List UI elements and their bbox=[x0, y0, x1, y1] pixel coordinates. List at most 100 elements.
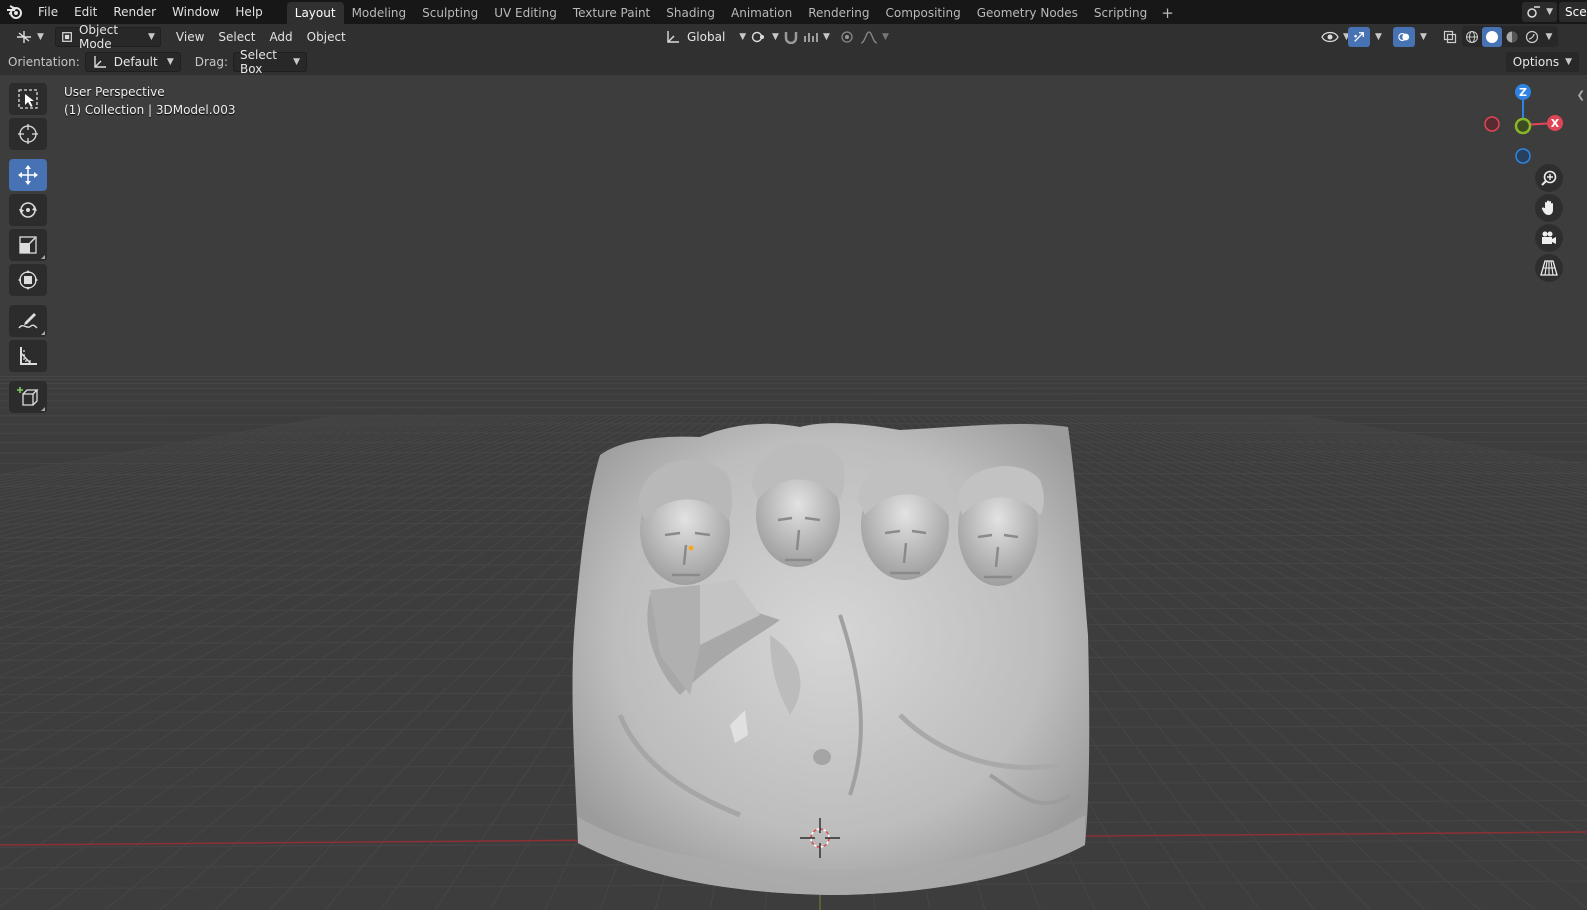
scale-tool[interactable] bbox=[9, 229, 47, 261]
pan-button[interactable] bbox=[1535, 194, 1563, 222]
scene-name-field[interactable]: Scen bbox=[1559, 2, 1587, 22]
snap-target-dropdown[interactable]: ▼ bbox=[798, 27, 835, 47]
orientation-dropdown[interactable]: Default ▼ bbox=[84, 52, 181, 72]
cursor-tool[interactable] bbox=[9, 118, 47, 150]
navigation-gizmo: Z X ❮ bbox=[1467, 75, 1587, 295]
tab-geometry-nodes[interactable]: Geometry Nodes bbox=[969, 2, 1086, 24]
overlays-dropdown[interactable]: ▼ bbox=[1415, 27, 1432, 47]
menu-help[interactable]: Help bbox=[227, 0, 270, 24]
scene-browse-button[interactable]: ▼ bbox=[1522, 2, 1557, 22]
chevron-down-icon: ▼ bbox=[823, 31, 830, 42]
gizmo-x-label: X bbox=[1551, 117, 1560, 130]
chevron-down-icon: ▼ bbox=[1420, 31, 1427, 42]
rotate-tool[interactable] bbox=[9, 194, 47, 226]
perspective-label: User Perspective bbox=[64, 85, 165, 99]
menu-add[interactable]: Add bbox=[262, 30, 299, 44]
gizmo-toggle[interactable] bbox=[1348, 26, 1370, 47]
editor-type-icon bbox=[17, 30, 31, 43]
proportional-falloff-dropdown[interactable]: ▼ bbox=[855, 27, 894, 47]
overlays-icon bbox=[1398, 32, 1410, 41]
gizmo-neg-z-axis bbox=[1515, 148, 1531, 164]
shading-dropdown[interactable]: ▼ bbox=[1542, 27, 1556, 47]
viewport-info: User Perspective (1) Collection | 3DMode… bbox=[64, 83, 235, 119]
tab-scripting[interactable]: Scripting bbox=[1086, 2, 1155, 24]
chevron-down-icon: ▼ bbox=[882, 31, 889, 42]
wireframe-sphere-icon bbox=[1466, 30, 1478, 43]
menu-file[interactable]: File bbox=[30, 0, 66, 24]
overlays-toggle[interactable] bbox=[1393, 26, 1415, 47]
drag-label: Drag: bbox=[194, 55, 228, 69]
tool-settings-bar: Orientation: Default ▼ Drag: Select Box … bbox=[0, 48, 1587, 76]
menu-object[interactable]: Object bbox=[300, 30, 353, 44]
head-1 bbox=[638, 459, 733, 585]
menu-select[interactable]: Select bbox=[211, 30, 262, 44]
eye-icon bbox=[1321, 31, 1339, 42]
sidebar-toggle-icon[interactable]: ❮ bbox=[1577, 90, 1585, 101]
gizmo-dropdown[interactable]: ▼ bbox=[1370, 27, 1387, 47]
tab-shading[interactable]: Shading bbox=[658, 2, 723, 24]
collection-info: (1) Collection | 3DModel.003 bbox=[64, 103, 236, 117]
top-bar: File Edit Render Window Help Layout Mode… bbox=[0, 0, 1587, 24]
wireframe-shading-button[interactable] bbox=[1462, 27, 1482, 47]
xray-toggle[interactable] bbox=[1438, 27, 1462, 47]
measure-tool[interactable] bbox=[9, 340, 47, 372]
tab-layout[interactable]: Layout bbox=[286, 2, 344, 24]
orientation-axes-icon bbox=[94, 56, 106, 68]
tab-animation[interactable]: Animation bbox=[723, 2, 800, 24]
hand-pan-icon bbox=[1541, 200, 1553, 215]
menu-edit[interactable]: Edit bbox=[66, 0, 105, 24]
annotate-icon bbox=[18, 313, 38, 329]
drag-dropdown[interactable]: Select Box ▼ bbox=[232, 48, 307, 76]
chevron-down-icon: ▼ bbox=[37, 31, 44, 42]
annotate-tool[interactable] bbox=[9, 305, 47, 337]
add-cube-icon bbox=[17, 387, 39, 406]
scene-selector: ▼ Scen bbox=[1522, 0, 1587, 24]
tab-modeling[interactable]: Modeling bbox=[344, 2, 415, 24]
axis-gizmo[interactable]: Z X bbox=[1467, 75, 1587, 185]
transform-orientation-dropdown[interactable]: Global ▼ bbox=[660, 27, 751, 47]
zoom-button[interactable] bbox=[1535, 164, 1563, 192]
tab-uv-editing[interactable]: UV Editing bbox=[486, 2, 565, 24]
move-tool[interactable] bbox=[9, 159, 47, 191]
menu-window[interactable]: Window bbox=[164, 0, 227, 24]
xray-icon bbox=[1443, 30, 1457, 43]
add-cube-tool[interactable] bbox=[9, 381, 47, 413]
magnet-icon bbox=[784, 31, 798, 44]
3d-viewport[interactable]: User Perspective (1) Collection | 3DMode… bbox=[0, 75, 1587, 910]
viewport-header: ▼ Object Mode ▼ View Select Add Object G… bbox=[0, 23, 1587, 51]
tab-sculpting[interactable]: Sculpting bbox=[414, 2, 486, 24]
tab-rendering[interactable]: Rendering bbox=[800, 2, 877, 24]
chevron-down-icon: ▼ bbox=[1375, 31, 1382, 42]
solid-shading-button[interactable] bbox=[1482, 26, 1502, 47]
gizmo-icon bbox=[1354, 31, 1364, 42]
menu-render[interactable]: Render bbox=[105, 0, 164, 24]
gizmo-neg-x-axis bbox=[1484, 116, 1500, 132]
orientation-label: Global bbox=[687, 29, 726, 44]
select-box-tool[interactable] bbox=[9, 83, 47, 115]
material-shading-button[interactable] bbox=[1502, 27, 1522, 47]
menu-view[interactable]: View bbox=[169, 30, 211, 44]
tab-texture-paint[interactable]: Texture Paint bbox=[565, 2, 658, 24]
viewport-scene bbox=[0, 375, 1587, 910]
perspective-toggle-button[interactable] bbox=[1535, 254, 1563, 282]
3d-model-mount-rushmore bbox=[572, 423, 1090, 895]
orientation-label: Orientation: bbox=[8, 55, 80, 69]
rotate-icon bbox=[19, 202, 37, 218]
zoom-icon bbox=[1541, 170, 1557, 186]
proportional-icon bbox=[841, 30, 853, 43]
grid-view-icon bbox=[1540, 260, 1558, 276]
rendered-shading-button[interactable] bbox=[1522, 27, 1542, 47]
transform-tool[interactable] bbox=[9, 264, 47, 296]
cursor-icon bbox=[18, 124, 38, 144]
camera-view-button[interactable] bbox=[1535, 224, 1563, 252]
chevron-down-icon: ▼ bbox=[1545, 31, 1553, 42]
tool-shelf bbox=[9, 83, 47, 416]
blender-logo-icon[interactable] bbox=[0, 0, 30, 24]
add-workspace-button[interactable]: + bbox=[1155, 2, 1180, 24]
options-label: Options bbox=[1512, 55, 1560, 69]
editor-type-button[interactable]: ▼ bbox=[10, 27, 49, 47]
orientation-axes-icon bbox=[667, 30, 679, 43]
mode-dropdown[interactable]: Object Mode ▼ bbox=[54, 23, 161, 51]
tab-compositing[interactable]: Compositing bbox=[877, 2, 968, 24]
options-dropdown[interactable]: Options ▼ bbox=[1505, 52, 1579, 72]
